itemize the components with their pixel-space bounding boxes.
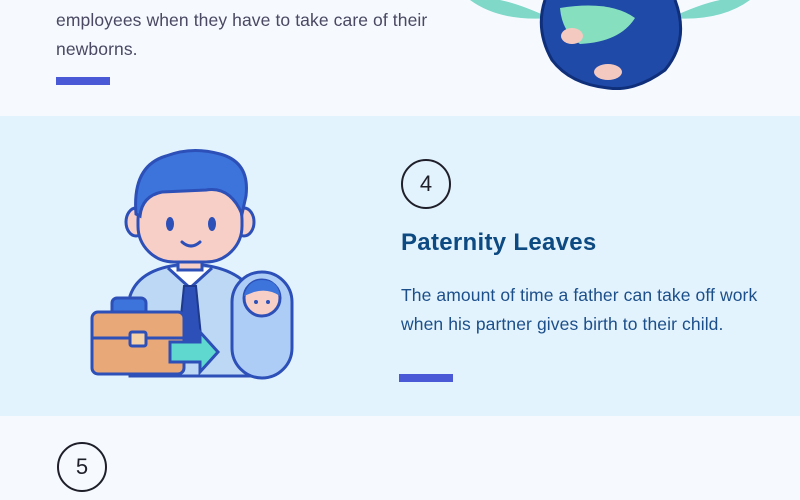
teal-leaf-right [670, 0, 750, 19]
top-section-description: employees when they have to take care of… [56, 10, 428, 59]
eye-left [166, 217, 174, 231]
step-number: 4 [419, 171, 433, 196]
baby-eye-left [254, 300, 258, 304]
next-step-number-circle: 5 [57, 442, 107, 492]
teal-leaf-left [470, 0, 550, 19]
section-title: Paternity Leaves [401, 229, 597, 256]
top-accent-bar [56, 77, 110, 85]
hand-shape [561, 28, 583, 44]
briefcase-clasp [128, 330, 148, 348]
next-section: 5 [0, 416, 800, 500]
section-accent-bar [399, 374, 453, 382]
mother-with-baby-illustration [470, 0, 750, 90]
next-step-number: 5 [75, 454, 89, 479]
section-description: The amount of time a father can take off… [401, 285, 758, 334]
step-number-circle: 4 [401, 159, 451, 209]
top-section: employees when they have to take care of… [0, 0, 800, 116]
hand-lower [594, 64, 622, 80]
eye-right [208, 217, 216, 231]
baby-eye-right [266, 300, 270, 304]
father-with-baby-illustration [90, 149, 294, 380]
paternity-leaves-section: 4 Paternity Leaves The amount of time a … [0, 116, 800, 416]
